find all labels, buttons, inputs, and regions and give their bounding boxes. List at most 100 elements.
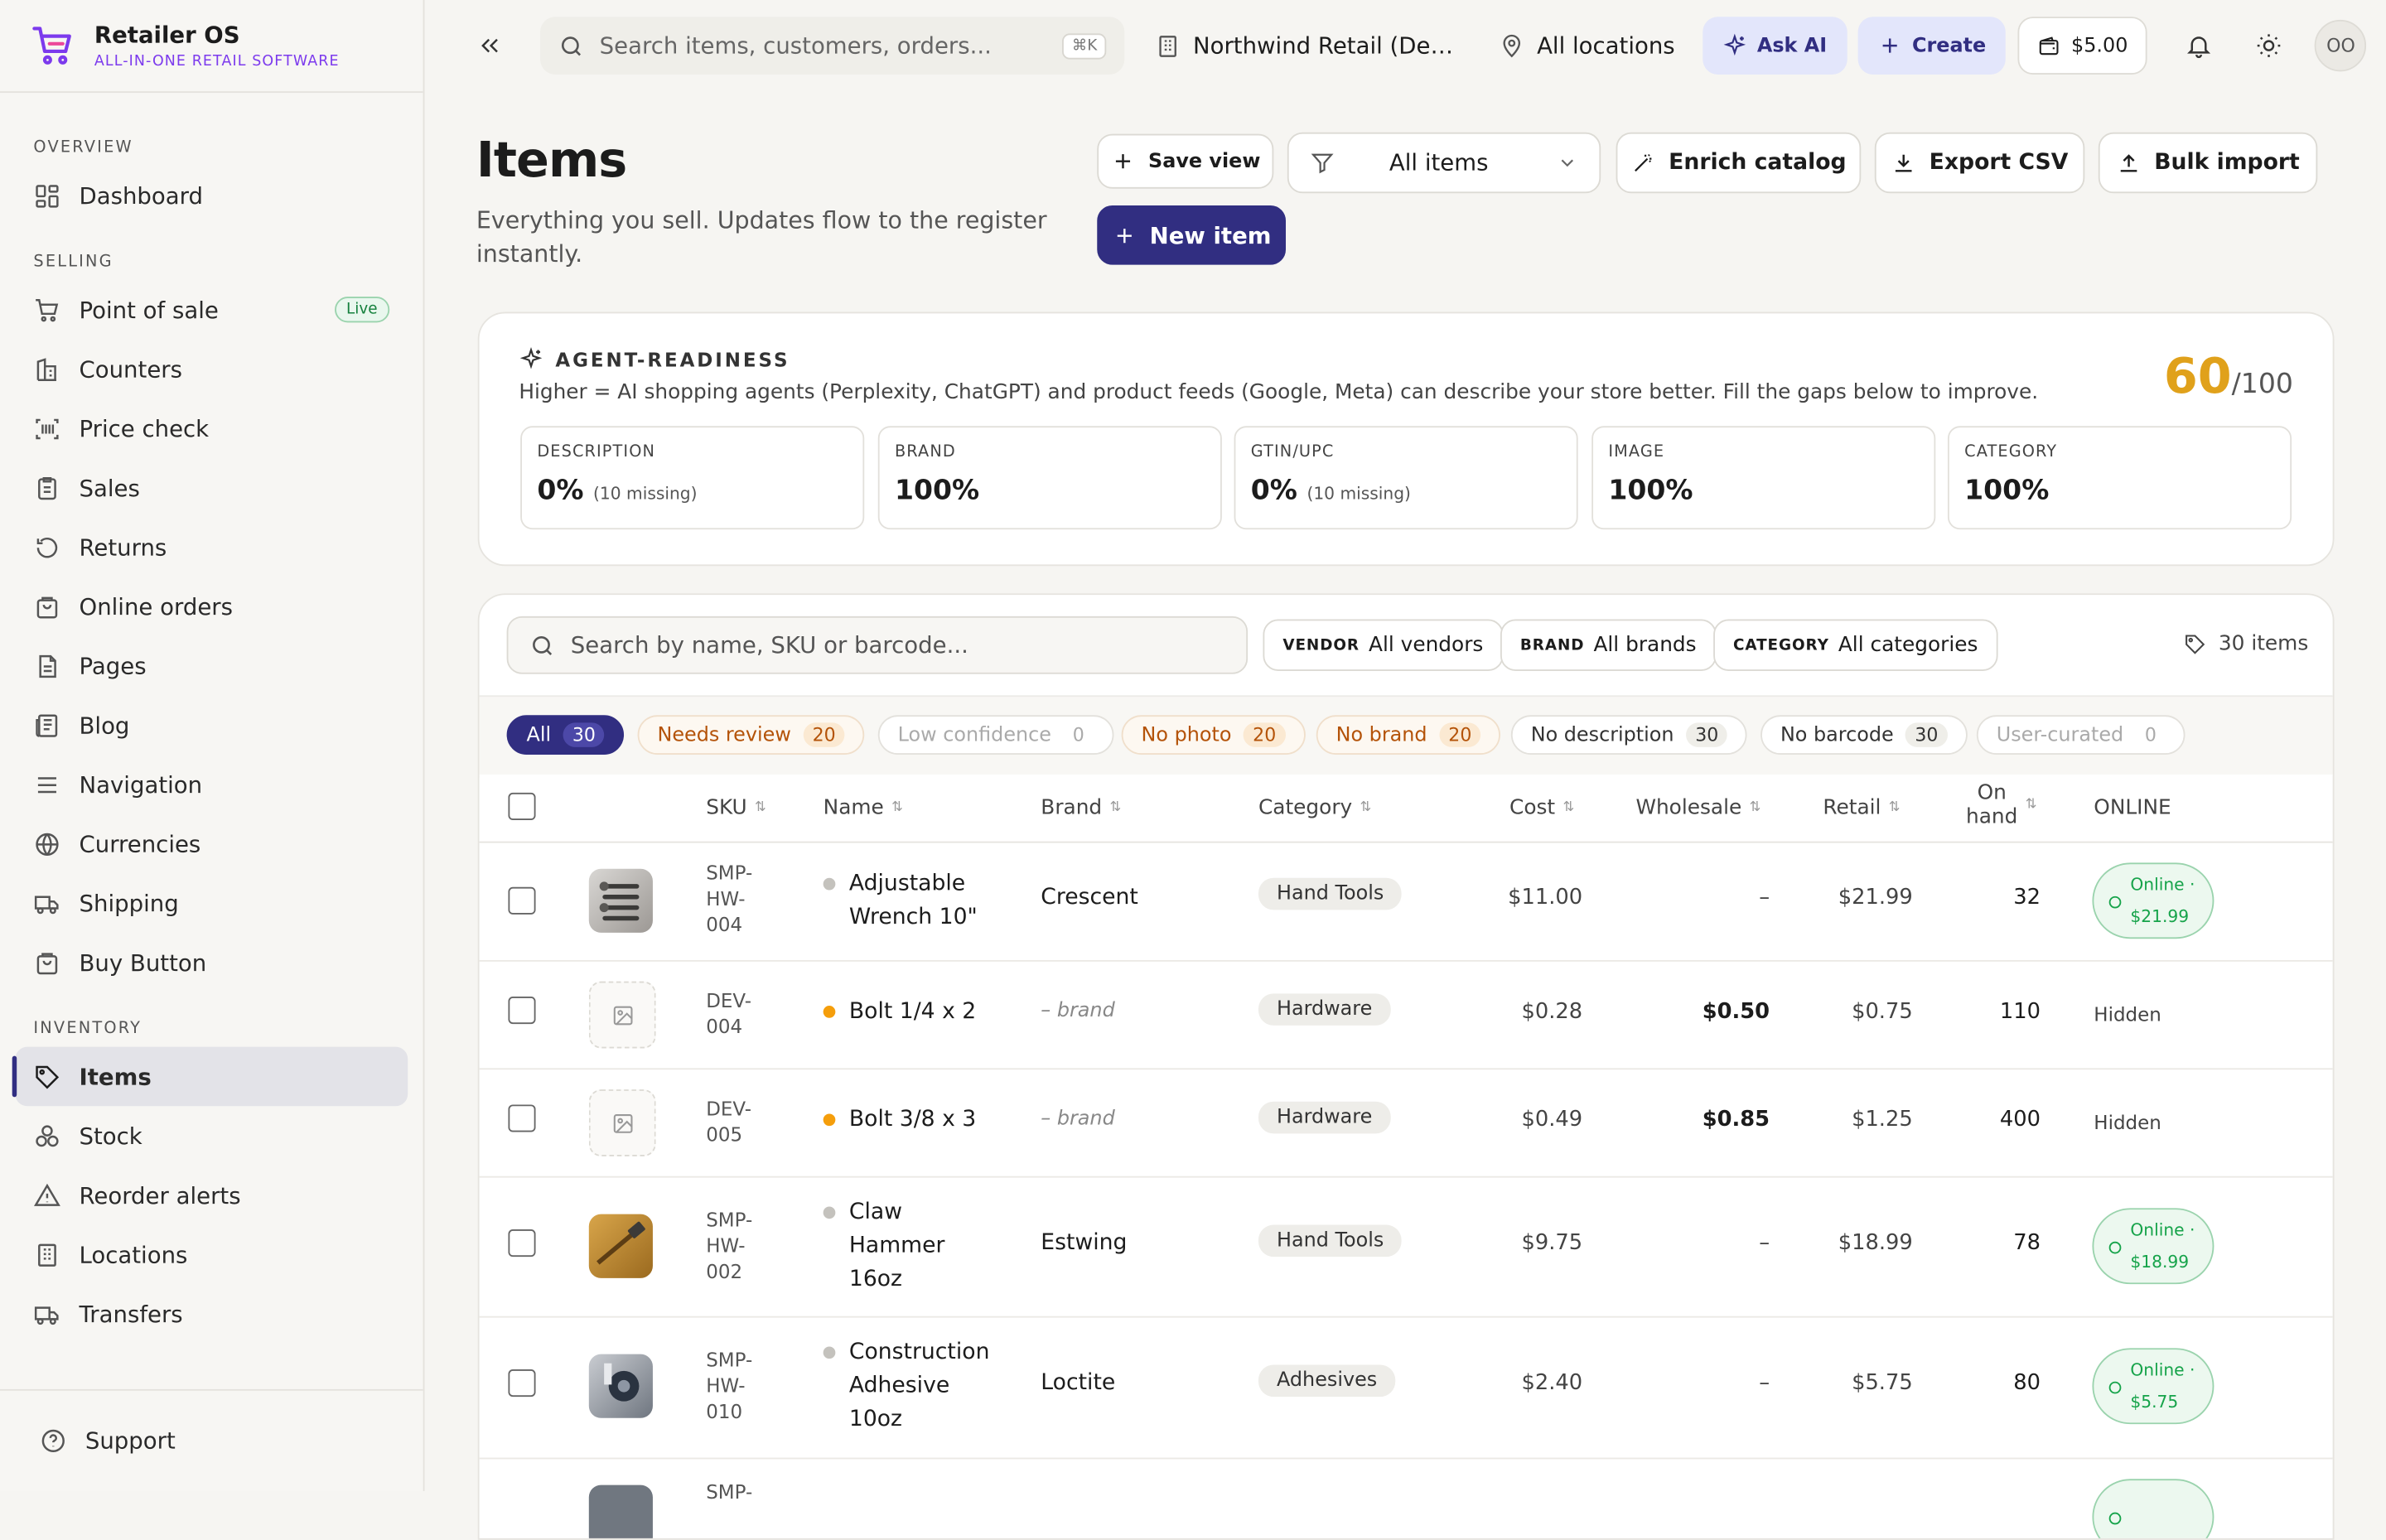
- item-search-input[interactable]: Search by name, SKU or barcode...: [506, 616, 1249, 674]
- online-badge[interactable]: Online · $5.75: [2092, 1348, 2215, 1425]
- column-name[interactable]: Name ⇅: [824, 796, 903, 820]
- table-row[interactable]: SMP- HW- 010 Construction Adhesive 10oz Lo…: [479, 1316, 2333, 1460]
- sidebar-item-navigation[interactable]: Navigation: [15, 755, 408, 814]
- row-checkbox[interactable]: [508, 997, 536, 1025]
- sidebar-item-pages[interactable]: Pages: [15, 636, 408, 696]
- column-cost[interactable]: Cost ⇅: [1509, 796, 1574, 820]
- sidebar-item-sales[interactable]: Sales: [15, 458, 408, 518]
- sidebar-item-returns[interactable]: Returns: [15, 517, 408, 577]
- row-checkbox[interactable]: [508, 1229, 536, 1258]
- table-row[interactable]: SMP-: [480, 1458, 2333, 1538]
- theme-toggle[interactable]: [2251, 27, 2287, 64]
- cost-cell: $11.00: [1508, 885, 1583, 910]
- tab-no-brand[interactable]: No brand 20: [1316, 715, 1501, 756]
- brand[interactable]: Retailer OS ALL-IN-ONE RETAIL SOFTWARE: [0, 0, 423, 94]
- table-row[interactable]: DEV- 004 Bolt 1/4 x 2 – brand Hardware $0…: [479, 960, 2333, 1070]
- online-status[interactable]: Hidden: [2094, 1111, 2161, 1134]
- table-row[interactable]: SMP- HW- 002 Claw Hammer 16oz Estwing Hand…: [479, 1176, 2333, 1318]
- org-switcher[interactable]: Northwind Retail (Demo): [1155, 32, 1456, 60]
- notifications-button[interactable]: [2181, 27, 2218, 64]
- retail-cell: $21.99: [1838, 885, 1913, 910]
- sidebar-item-transfers[interactable]: Transfers: [15, 1284, 408, 1344]
- tab-no-barcode[interactable]: No barcode 30: [1761, 715, 1968, 756]
- category-cell: Hand Tools: [1258, 877, 1403, 910]
- tab-user-curated[interactable]: User-curated 0: [1976, 715, 2186, 756]
- sidebar-item-blog[interactable]: Blog: [15, 695, 408, 755]
- tab-all[interactable]: All 30: [506, 715, 625, 756]
- brand-filter[interactable]: BRAND All brands: [1500, 619, 1717, 671]
- sidebar-item-buy-button[interactable]: Buy Button: [15, 933, 408, 992]
- column-on-hand[interactable]: On hand ⇅: [1966, 780, 2036, 829]
- sidebar-item-shipping[interactable]: Shipping: [15, 873, 408, 933]
- name-cell[interactable]: Claw Hammer 16oz: [823, 1196, 960, 1296]
- app-tagline: ALL-IN-ONE RETAIL SOFTWARE: [94, 53, 340, 70]
- balance-button[interactable]: $5.00: [2017, 17, 2148, 75]
- new-item-button[interactable]: New item: [1097, 205, 1287, 265]
- tab-needs-review[interactable]: Needs review 20: [637, 715, 865, 756]
- table-row[interactable]: DEV- 005 Bolt 3/8 x 3 – brand Hardware $0…: [479, 1068, 2333, 1178]
- sidebar-item-point-of-sale[interactable]: Point of sale Live: [15, 280, 408, 340]
- tab-no-photo[interactable]: No photo 20: [1121, 715, 1306, 756]
- row-checkbox[interactable]: [508, 1369, 536, 1398]
- metric-label: BRAND: [894, 442, 956, 461]
- image-placeholder[interactable]: [588, 1089, 656, 1156]
- select-all-checkbox[interactable]: [508, 792, 536, 820]
- create-button[interactable]: Create: [1857, 17, 2007, 75]
- sidebar-item-label: Buy Button: [79, 949, 207, 977]
- sidebar-item-currencies[interactable]: Currencies: [15, 814, 408, 874]
- view-select[interactable]: All items: [1287, 132, 1601, 194]
- row-checkbox[interactable]: [508, 1104, 536, 1132]
- support-link[interactable]: Support: [0, 1388, 423, 1491]
- column-brand[interactable]: Brand ⇅: [1041, 796, 1121, 820]
- sidebar-item-items[interactable]: Items: [12, 1046, 408, 1107]
- metric-gtin[interactable]: GTIN/UPC 0% (10 missing): [1234, 426, 1578, 530]
- column-wholesale[interactable]: Wholesale ⇅: [1635, 796, 1761, 820]
- online-badge[interactable]: [2092, 1479, 2215, 1538]
- sidebar-item-stock[interactable]: Stock: [15, 1106, 408, 1166]
- enrich-catalog-button[interactable]: Enrich catalog: [1616, 132, 1862, 194]
- metric-brand[interactable]: BRAND 100%: [877, 426, 1222, 530]
- retail-cell: $0.75: [1852, 999, 1913, 1025]
- ask-ai-button[interactable]: Ask AI: [1702, 17, 1847, 75]
- column-sku[interactable]: SKU ⇅: [706, 796, 766, 820]
- sidebar-item-reorder-alerts[interactable]: Reorder alerts: [15, 1166, 408, 1225]
- online-badge[interactable]: Online · $18.99: [2092, 1208, 2215, 1285]
- name-cell[interactable]: Adjustable Wrench 10": [823, 867, 991, 934]
- name-cell[interactable]: Bolt 1/4 x 2: [823, 995, 1022, 1028]
- table-row[interactable]: SMP- HW- 004 Adjustable Wrench 10" Crescen…: [479, 842, 2333, 962]
- vendor-filter[interactable]: VENDOR All vendors: [1263, 619, 1504, 671]
- save-view-button[interactable]: Save view: [1097, 133, 1274, 189]
- global-search-input[interactable]: Search items, customers, orders... ⌘K: [540, 17, 1125, 75]
- sidebar-item-dashboard[interactable]: Dashboard: [15, 166, 408, 225]
- sidebar-item-locations[interactable]: Locations: [15, 1225, 408, 1285]
- export-csv-button[interactable]: Export CSV: [1874, 132, 2085, 194]
- location-switcher[interactable]: All locations: [1499, 32, 1675, 60]
- sidebar-item-price-check[interactable]: Price check: [15, 398, 408, 458]
- sidebar-item-label: Reorder alerts: [79, 1181, 241, 1209]
- avatar[interactable]: OO: [2315, 19, 2367, 72]
- adhesive-tube-image-icon: [604, 1363, 640, 1402]
- sidebar-item-counters[interactable]: Counters: [15, 340, 408, 399]
- menu-icon: [37, 776, 56, 793]
- tab-no-description[interactable]: No description 30: [1510, 715, 1748, 756]
- filter-tabs: All 30 Needs review 20 Low confidence 0 No …: [479, 695, 2333, 778]
- metric-image[interactable]: IMAGE 100%: [1591, 426, 1936, 530]
- online-price: $21.99: [2130, 906, 2190, 927]
- name-cell[interactable]: Bolt 3/8 x 3: [823, 1103, 1022, 1137]
- column-retail[interactable]: Retail ⇅: [1823, 796, 1900, 820]
- online-status[interactable]: Hidden: [2094, 1002, 2161, 1026]
- metric-description[interactable]: DESCRIPTION 0% (10 missing): [520, 426, 865, 530]
- metric-category[interactable]: CATEGORY 100%: [1947, 426, 2292, 530]
- category-filter[interactable]: CATEGORY All categories: [1713, 619, 1998, 671]
- sidebar-item-online-orders[interactable]: Online orders: [15, 577, 408, 636]
- collapse-sidebar-button[interactable]: [467, 23, 513, 69]
- image-placeholder[interactable]: [588, 981, 656, 1049]
- tab-low-confidence[interactable]: Low confidence 0: [877, 715, 1113, 756]
- row-checkbox[interactable]: [508, 886, 536, 915]
- column-category[interactable]: Category ⇅: [1258, 796, 1371, 820]
- metric-note: (10 missing): [593, 484, 698, 504]
- sparkles-icon: [1723, 33, 1746, 56]
- name-cell[interactable]: Construction Adhesive 10oz: [823, 1336, 1006, 1436]
- bulk-import-button[interactable]: Bulk import: [2098, 132, 2318, 194]
- online-badge[interactable]: Online · $21.99: [2092, 862, 2215, 939]
